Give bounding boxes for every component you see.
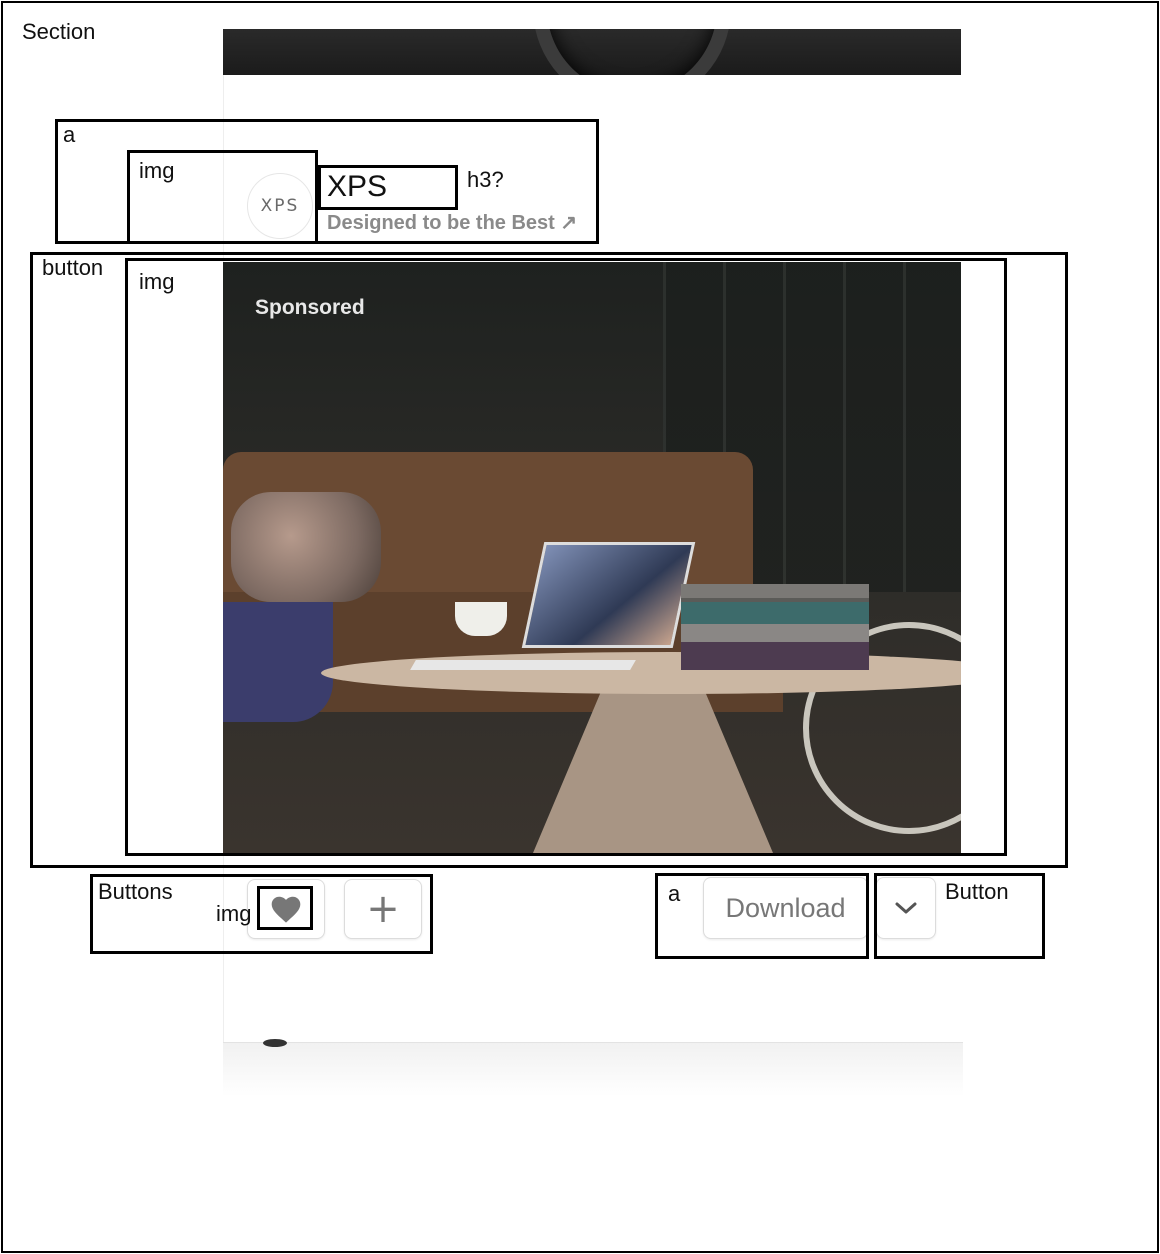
previous-card-image [223, 29, 961, 75]
next-card-preview [223, 1039, 963, 1097]
avatar-img-annotation: img [139, 158, 175, 183]
heading-annotation: h3? [467, 167, 504, 192]
section-annotation: Section [22, 19, 96, 44]
buttons-annotation: Buttons [98, 879, 173, 904]
heart-img-box [257, 886, 313, 930]
heading-box [318, 165, 458, 210]
ad-img-annotation: img [139, 269, 175, 294]
button-annotation: button [42, 255, 104, 280]
download-link-annotation: a [668, 881, 681, 906]
heart-img-annotation: img [216, 901, 252, 926]
download-link-box [655, 873, 869, 959]
ad-img-box [125, 258, 1007, 856]
link-annotation: a [63, 122, 76, 147]
chevron-button-annotation: Button [945, 879, 1009, 904]
